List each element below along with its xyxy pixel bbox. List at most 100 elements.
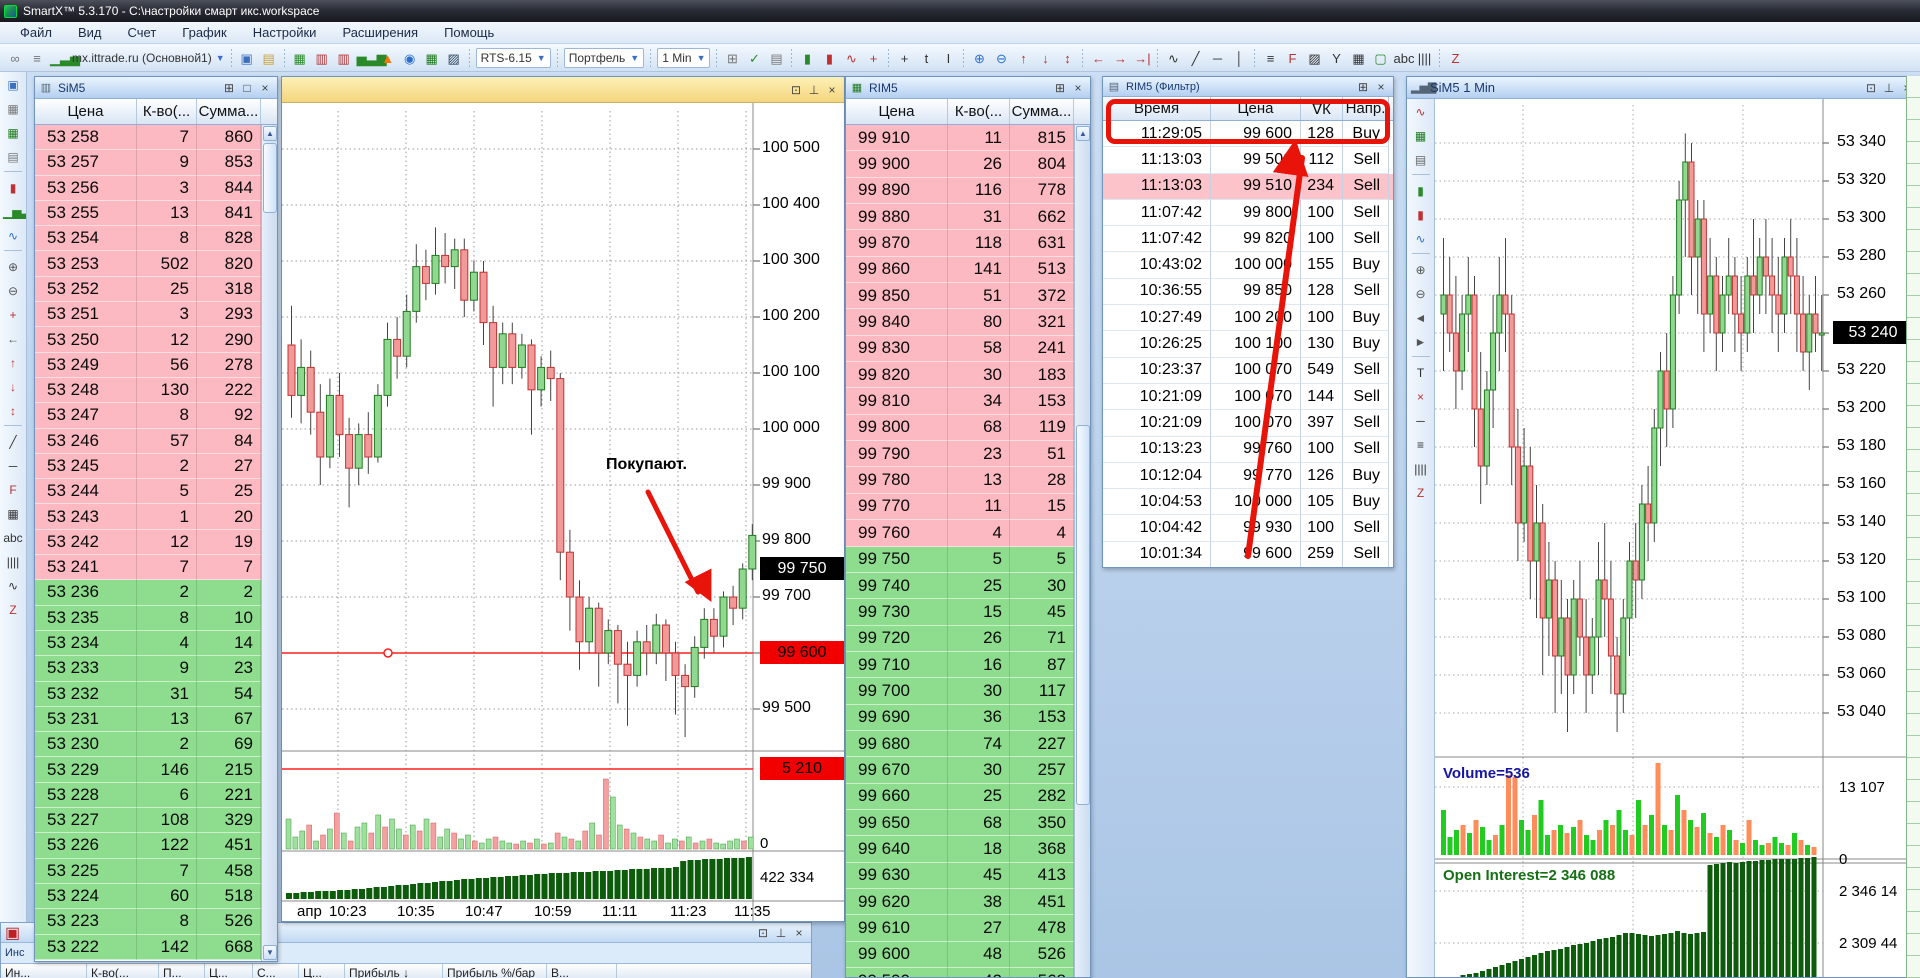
dom-row-ask[interactable]: 53 243 1 20 [35,504,277,530]
account-selector[interactable]: mx.ittrade.ru (Основной1) [72,51,212,65]
dom-row-bid[interactable]: 53 231 13 67 [35,706,277,733]
dom-row-ask[interactable]: 53 247 8 92 [35,403,277,429]
trade-row[interactable]: 10:04:42 99 930 100 Sell [1103,515,1393,542]
trade-row[interactable]: 11:13:03 99 500 112 Sell [1103,147,1393,174]
tile-icon[interactable]: ⊞ [1355,79,1371,95]
dom-row-ask[interactable]: 99 910 11 815 [846,125,1090,152]
trade-row[interactable]: 11:13:03 99 510 234 Sell [1103,173,1393,200]
dom-row-ask[interactable]: 53 242 12 19 [35,529,277,556]
column-header[interactable]: П... [159,964,205,978]
column-header[interactable]: Прибыль %/бар [443,964,547,978]
dom-row-bid[interactable]: 53 222 142 668 [35,934,277,960]
zoom-out-icon[interactable]: ⊖ [991,48,1011,68]
grid-icon[interactable]: ▦ [1348,48,1368,68]
column-header[interactable]: Ц... [205,964,253,978]
candles-red-icon[interactable]: ▮ [1410,203,1432,225]
candles-icon[interactable]: ▮ [1410,179,1432,201]
menu-item-4[interactable]: График [170,23,238,42]
dom-row-bid[interactable]: 53 225 7 458 [35,858,277,884]
rim5-filter-titlebar[interactable]: ▤ RIM5 (Фильтр) ⊞ × [1103,77,1393,97]
text-icon[interactable]: abc [2,526,24,548]
text-t-icon[interactable]: T [1410,361,1432,383]
curve-icon[interactable]: ∿ [2,224,24,246]
volume-bars-icon[interactable]: ▅▃▆ [356,48,387,68]
dom-row-bid[interactable]: 99 690 36 153 [846,704,1090,731]
dom-row-bid[interactable]: 99 610 27 478 [846,915,1090,942]
dom-row-bid[interactable]: 99 620 38 451 [846,888,1090,916]
levels-icon[interactable]: ≡ [1410,433,1432,455]
pan-left-icon[interactable]: ◄ [1410,306,1432,328]
scale-up-icon[interactable]: ↑ [2,351,24,373]
candles-up-icon[interactable]: ▮ [797,48,817,68]
fit-icon[interactable]: ↕ [2,399,24,421]
sim5-chart-canvas[interactable] [1435,99,1907,978]
zigzag-icon[interactable]: ∿ [841,48,861,68]
tile-icon[interactable]: ⊞ [1052,80,1068,96]
trade-row[interactable]: 10:13:23 99 760 100 Sell [1103,436,1393,463]
fit-icon[interactable]: ↕ [1057,48,1077,68]
vline-icon[interactable]: │ [1229,48,1249,68]
lightning-icon[interactable]: Z [1445,48,1465,68]
column-header[interactable]: Цена [1211,97,1301,120]
pin-icon[interactable]: ⊥ [806,82,822,98]
trade-row[interactable]: 10:01:34 99 600 259 Sell [1103,541,1393,567]
pan-right-icon[interactable]: ► [1410,330,1432,352]
dom-row-ask[interactable]: 53 246 57 84 [35,428,277,454]
close-icon[interactable]: × [824,82,840,98]
dom-row-ask[interactable]: 99 840 80 321 [846,309,1090,336]
column-header[interactable]: Напр. [1343,97,1389,120]
column-header[interactable]: Ц... [299,964,345,978]
column-header[interactable]: Цена [35,99,137,124]
hline-icon[interactable]: ─ [1410,409,1432,431]
dom-row-ask[interactable]: 53 252 25 318 [35,276,277,303]
cross-icon[interactable]: × [1410,385,1432,407]
maximize-icon[interactable]: □ [239,80,255,96]
menu-item-1[interactable]: Файл [8,23,64,42]
export-icon[interactable]: ▦ [2,121,24,143]
dom-row-ask[interactable]: 99 810 34 153 [846,388,1090,415]
dom-row-ask[interactable]: 99 900 26 804 [846,151,1090,178]
chart-line-icon[interactable]: ∿ [1410,100,1432,122]
dom-row-ask[interactable]: 99 830 58 241 [846,335,1090,363]
dom-row-ask[interactable]: 53 256 3 844 [35,175,277,201]
print-icon[interactable]: ▤ [2,145,24,167]
portfolio-selector[interactable]: Портфель ▼ [563,47,645,68]
column-header[interactable]: К-во(... [948,99,1010,124]
menu-item-6[interactable]: Расширения [330,23,430,42]
levels-icon[interactable]: ≡ [1260,48,1280,68]
tasks-icon[interactable]: ✓ [744,48,764,68]
dom-row-ask[interactable]: 99 800 68 119 [846,414,1090,442]
candles-icon[interactable]: ▮ [2,176,24,198]
bars-icon[interactable]: |||| [1414,48,1434,68]
restore-icon[interactable]: ⊡ [1863,80,1879,96]
column-header[interactable]: Прибыль ↓ [345,964,443,978]
close-icon[interactable]: × [1070,80,1086,96]
restore-icon[interactable]: ⊡ [788,82,804,98]
zoom-in-icon[interactable]: ⊕ [1410,258,1432,280]
dom-row-bid[interactable]: 99 700 30 117 [846,678,1090,705]
trade-row[interactable]: 10:36:55 99 850 128 Sell [1103,278,1393,306]
dom-row-bid[interactable]: 99 630 45 413 [846,862,1090,889]
dom-row-ask[interactable]: 53 257 9 853 [35,150,277,176]
dom-row-ask[interactable]: 99 820 30 183 [846,362,1090,389]
dom-row-bid[interactable]: 53 226 122 451 [35,833,277,859]
dom-row-ask[interactable]: 53 250 12 290 [35,327,277,353]
zoom-out-icon[interactable]: ⊖ [1410,282,1432,304]
dom-row-bid[interactable]: 53 229 146 215 [35,757,277,783]
pan-end-icon[interactable]: →| [1132,48,1152,68]
dom-row-ask[interactable]: 99 860 141 513 [846,256,1090,284]
window-icon[interactable]: ▣ [2,73,24,95]
dom-row-bid[interactable]: 99 59042568 [846,968,1090,977]
pan-left-icon[interactable]: ← [1088,48,1108,68]
dom-row-bid[interactable]: 53 230 2 69 [35,732,277,758]
menu-item-7[interactable]: Помощь [432,23,506,42]
rim5-dom-scrollbar[interactable]: ▲ [1074,125,1090,977]
column-header[interactable]: Время [1103,97,1211,120]
column-header[interactable]: Сумма... [1010,99,1074,124]
news-icon[interactable]: ▨ [444,48,464,68]
trade-row[interactable]: 10:26:25 100 100 130 Buy [1103,331,1393,358]
trade-row[interactable]: 10:21:09 100 070 144 Sell [1103,383,1393,411]
dom-row-ask[interactable]: 99 870 118 631 [846,230,1090,257]
dom-row-bid[interactable]: 53 232 31 54 [35,681,277,707]
fan-icon[interactable]: Y [1326,48,1346,68]
